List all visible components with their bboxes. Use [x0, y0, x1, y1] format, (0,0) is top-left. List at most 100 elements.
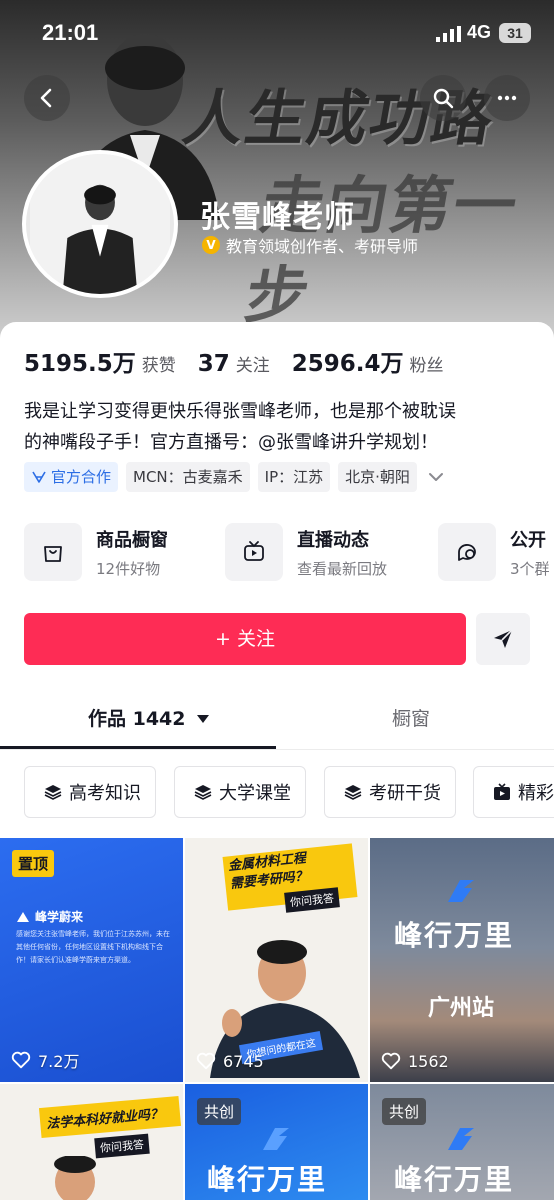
tab-works[interactable]: 作品 1442 [88, 704, 210, 731]
service-subtitle: 3个群 [510, 559, 550, 578]
city-tag: 北京·朝阳 [338, 462, 417, 492]
video-thumbnail[interactable]: 共创 峰行万里 [370, 1084, 554, 1200]
brand-mark-icon [17, 911, 29, 922]
handshake-icon [32, 471, 46, 483]
more-button[interactable] [484, 75, 530, 121]
status-time: 21:01 [42, 20, 99, 45]
service-entries: 商品橱窗 12件好物 直播动态 查看最新回放 公开 3个群 [24, 520, 554, 584]
status-bar: 21:01 4G 31 [0, 0, 554, 66]
video-thumbnail[interactable]: 金属材料工程 需要考研吗？ 你问我答 你想问的都在这 6745 [185, 838, 368, 1082]
service-title: 直播动态 [297, 529, 369, 551]
network-type: 4G [467, 22, 492, 42]
chevron-left-icon [40, 88, 52, 108]
service-subtitle: 查看最新回放 [297, 559, 388, 578]
brand-name: 峰行万里 [394, 919, 515, 952]
brand-logo: 峰学蔚来 [16, 908, 83, 925]
service-shop-window[interactable]: 商品橱窗 12件好物 [24, 520, 168, 584]
likes-count: 5195.5万 [24, 351, 136, 377]
following-count[interactable]: 37 [198, 351, 230, 377]
share-button[interactable] [476, 613, 530, 665]
bio-line1: 我是让学习变得更快乐得张雪峰老师，也是那个被耽误 [24, 401, 456, 422]
co-creation-badge: 共创 [382, 1098, 427, 1125]
video-thumbnail[interactable]: 置顶 峰学蔚来 感谢您关注张雪峰老师，我们位于江苏苏州，未在其他任何省份，任何地… [0, 838, 183, 1082]
avatar-image [30, 154, 170, 294]
followers-count[interactable]: 2596.4万 [292, 344, 404, 378]
pinned-badge: 置顶 [12, 850, 55, 877]
collection-label: 高考知识 [69, 783, 141, 804]
brand-name: 峰行万里 [207, 1163, 328, 1196]
likes-label: 获赞 [141, 356, 176, 376]
layers-icon [194, 785, 212, 800]
shop-bag-icon-box [24, 523, 82, 581]
brand-name: 峰学蔚来 [35, 910, 84, 924]
official-cooperation-label: 官方合作 [51, 468, 112, 486]
following-label[interactable]: 关注 [236, 351, 270, 376]
profile-stats: 5195.5万 获赞 37 关注 2596.4万 粉丝 [24, 344, 466, 378]
heart-icon [381, 1052, 401, 1070]
service-title: 公开 [510, 529, 546, 551]
tab-underline [0, 746, 276, 749]
content-tabs: 作品 1442 橱窗 [0, 690, 554, 750]
shop-bag-icon [44, 546, 62, 562]
bio-line2: 的神嘴段子手！官方直播号：@张雪峰讲升学规划！ [24, 432, 438, 453]
follow-button[interactable]: + 关注 [24, 613, 466, 665]
service-subtitle: 12件好物 [96, 559, 161, 578]
collection-label: 精彩 [518, 783, 554, 804]
official-cooperation-tag[interactable]: 官方合作 [24, 462, 119, 492]
service-title: 商品橱窗 [96, 529, 168, 551]
tab-showcase[interactable]: 橱窗 [392, 704, 430, 731]
collection-chip[interactable]: 精彩 [473, 766, 554, 818]
ip-location-tag: IP：江苏 [257, 462, 331, 492]
service-live-updates[interactable]: 直播动态 查看最新回放 [225, 520, 387, 584]
back-button[interactable] [24, 75, 70, 121]
verified-badge-icon: V [202, 236, 220, 254]
like-count: 7.2万 [10, 1048, 79, 1072]
heart-icon [11, 1051, 31, 1069]
search-button[interactable] [420, 75, 466, 121]
caret-down-icon [197, 715, 210, 723]
heart-icon [196, 1052, 216, 1070]
like-count-value: 7.2万 [38, 1052, 80, 1071]
presenter-image [54, 1156, 96, 1200]
brand-mark-icon [263, 1128, 289, 1150]
collection-chip[interactable]: 大学课堂 [174, 766, 306, 818]
verification-text: 教育领域创作者、考研导师 [226, 237, 419, 256]
co-creation-badge: 共创 [197, 1098, 242, 1125]
layers-icon [44, 785, 62, 800]
video-caption: 感谢您关注张雪峰老师，我们位于江苏苏州，未在其他任何省份，任何地区设置线下机构和… [16, 930, 170, 964]
signal-icon [436, 26, 461, 42]
collection-chips: 高考知识 大学课堂 考研干货 精彩 [24, 766, 554, 820]
battery-icon: 31 [499, 23, 531, 43]
like-count-value: 1562 [408, 1051, 449, 1071]
video-subtitle: 广州站 [428, 996, 495, 1021]
video-thumbnail[interactable]: 峰行万里 广州站 1562 [370, 838, 554, 1082]
brand-mark-icon [448, 1128, 474, 1150]
profile-name: 张雪峰老师 [200, 200, 355, 235]
video-thumbnail[interactable]: 法学本科好就业吗？ 你问我答 [0, 1084, 183, 1200]
like-count: 1562 [380, 1050, 449, 1072]
collection-chip[interactable]: 高考知识 [24, 766, 156, 818]
qa-tag: 你问我答 [284, 887, 340, 913]
chat-group-icon [458, 544, 476, 561]
collection-chip[interactable]: 考研干货 [324, 766, 456, 818]
video-thumbnail[interactable]: 共创 峰行万里 [185, 1084, 368, 1200]
like-count-value: 6745 [223, 1051, 264, 1071]
service-public-groups[interactable]: 公开 3个群 [438, 520, 550, 584]
followers-label[interactable]: 粉丝 [410, 351, 444, 376]
chat-group-icon-box [438, 523, 496, 581]
more-dots-icon [497, 95, 517, 101]
collection-label: 考研干货 [369, 783, 441, 804]
qa-tag: 你问我答 [94, 1133, 150, 1159]
chevron-down-icon[interactable] [427, 468, 445, 486]
profile-bio: 我是让学习变得更快乐得张雪峰老师，也是那个被耽误 的神嘴段子手！官方直播号：@张… [24, 396, 534, 458]
send-icon [494, 629, 513, 648]
video-collection-icon [494, 783, 510, 800]
profile-tags: 官方合作 MCN：古麦嘉禾 IP：江苏 北京·朝阳 [24, 462, 445, 492]
avatar[interactable] [22, 150, 178, 298]
brand-name: 峰行万里 [394, 1163, 515, 1196]
tab-works-label: 作品 1442 [88, 708, 186, 730]
live-tv-icon [244, 541, 264, 561]
brand-mark-icon [448, 880, 474, 902]
search-icon [433, 88, 454, 109]
collection-label: 大学课堂 [219, 783, 291, 804]
